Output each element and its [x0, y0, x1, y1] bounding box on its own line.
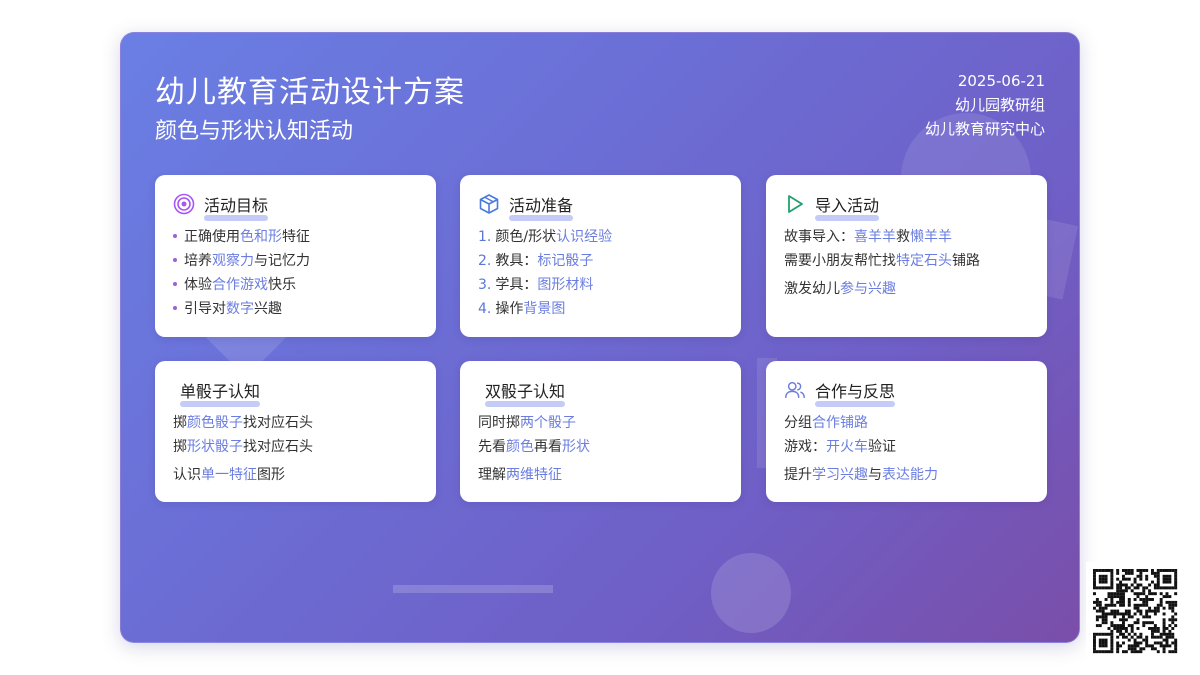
list-item: 激发幼儿参与兴趣: [784, 281, 896, 297]
list-item: 掷颜色骰子找对应石头: [173, 415, 313, 431]
page-title: 幼儿教育活动设计方案: [155, 75, 465, 110]
decor-circle: [711, 553, 791, 633]
list-item: 2. 教具：标记骰子: [478, 253, 594, 269]
card-title: 导入活动: [815, 192, 880, 221]
card-single-dice: 单骰子认知 掷颜色骰子找对应石头 掷形状骰子找对应石头 认识单一特征图形: [155, 361, 436, 502]
list-item: 1. 颜色/形状认识经验: [478, 229, 613, 245]
list-item: 先看颜色再看形状: [478, 439, 590, 455]
target-icon: [173, 193, 195, 215]
users-icon: [784, 379, 806, 401]
list-item: 4. 操作背景图: [478, 301, 566, 317]
list-item: 正确使用色和形特征: [173, 225, 418, 249]
list-item: 体验合作游戏快乐: [173, 273, 418, 297]
bullet-icon: [173, 233, 177, 238]
card-activity-goals: 活动目标 正确使用色和形特征 培养观察力与记忆力 体验合作游戏快乐 引导对数字兴…: [155, 175, 436, 337]
list-item: 引导对数字兴趣: [173, 297, 418, 321]
center-label: 幼儿教育研究中心: [924, 120, 1045, 138]
card-title: 活动目标: [204, 192, 269, 221]
org-label: 幼儿园教研组: [954, 96, 1045, 114]
box-icon: [478, 193, 500, 215]
card-title: 合作与反思: [815, 378, 896, 407]
play-icon: [784, 193, 806, 215]
card-introduction: 导入活动 故事导入：喜羊羊救懒羊羊 需要小朋友帮忙找特定石头铺路 激发幼儿参与兴…: [766, 175, 1047, 337]
list-item: 培养观察力与记忆力: [173, 249, 418, 273]
presentation-slide: 幼儿教育活动设计方案 颜色与形状认知活动 2025-06-21 幼儿园教研组 幼…: [120, 32, 1080, 643]
list-item: 故事导入：喜羊羊救懒羊羊: [784, 229, 952, 245]
list-item: 理解两维特征: [478, 467, 562, 483]
date-label: 2025-06-21: [957, 72, 1045, 90]
bullet-icon: [173, 305, 177, 310]
card-title: 双骰子认知: [485, 378, 566, 407]
list-item: 游戏：开火车验证: [784, 439, 896, 455]
list-item: 3. 学具：图形材料: [478, 277, 594, 293]
card-title: 活动准备: [509, 192, 574, 221]
list-item: 同时掷两个骰子: [478, 415, 576, 431]
list-item: 需要小朋友帮忙找特定石头铺路: [784, 253, 980, 269]
header-meta: 2025-06-21 幼儿园教研组 幼儿教育研究中心: [925, 69, 1045, 141]
page-subtitle: 颜色与形状认知活动: [155, 119, 354, 144]
card-activity-preparation: 活动准备 1. 颜色/形状认识经验 2. 教具：标记骰子 3. 学具：图形材料 4. 操…: [460, 175, 741, 337]
bullet-icon: [173, 281, 177, 286]
card-cooperation-reflection: 合作与反思 分组合作铺路 游戏：开火车验证 提升学习兴趣与表达能力: [766, 361, 1047, 502]
list-item: 认识单一特征图形: [173, 467, 285, 483]
qr-code-icon[interactable]: [1086, 562, 1184, 660]
decor-bar: [393, 585, 553, 593]
list-item: 提升学习兴趣与表达能力: [784, 467, 938, 483]
card-title: 单骰子认知: [180, 378, 261, 407]
list-item: 掷形状骰子找对应石头: [173, 439, 313, 455]
card-double-dice: 双骰子认知 同时掷两个骰子 先看颜色再看形状 理解两维特征: [460, 361, 741, 502]
bullet-icon: [173, 257, 177, 262]
list-item: 分组合作铺路: [784, 415, 868, 431]
